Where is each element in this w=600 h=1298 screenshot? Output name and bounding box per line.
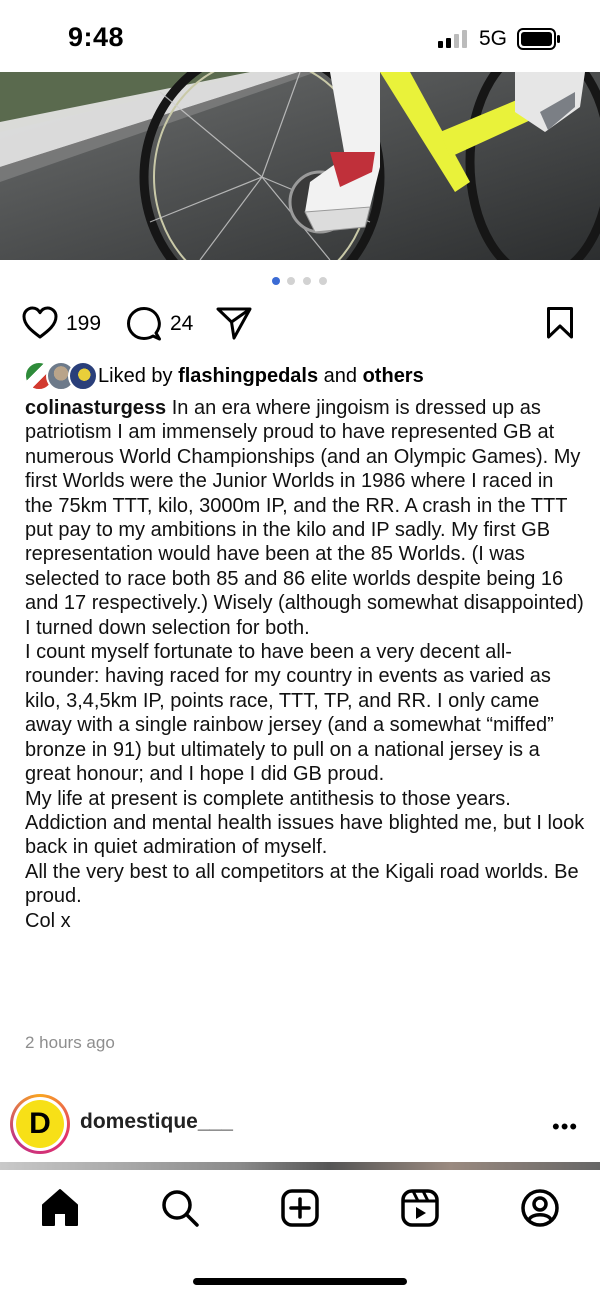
caption-paragraph: My life at present is complete antithesi… (25, 787, 585, 859)
heart-icon[interactable] (22, 306, 58, 340)
caption-paragraph: I count myself fortunate to have been a … (25, 641, 554, 786)
profile-icon[interactable] (518, 1186, 562, 1230)
liked-by-prefix: Liked by (98, 365, 173, 387)
status-bar: 9:48 5G (0, 0, 600, 72)
search-icon[interactable] (158, 1186, 202, 1230)
carousel-dot (319, 277, 327, 285)
post-caption: colinasturgess In an era where jingoism … (25, 396, 585, 933)
liked-by-user[interactable]: flashingpedals (178, 365, 318, 387)
reels-icon[interactable] (398, 1186, 442, 1230)
caption-paragraph: colinasturgess In an era where jingoism … (25, 396, 585, 640)
caption-paragraph: Col x (25, 909, 71, 932)
bookmark-icon[interactable] (546, 306, 574, 340)
liked-by-and: and (323, 365, 358, 387)
home-icon[interactable] (38, 1186, 82, 1230)
next-post-header: D domestique___ ••• (0, 1090, 600, 1154)
battery-icon (517, 28, 560, 50)
liked-by-avatars (24, 360, 98, 391)
comment-icon[interactable] (126, 306, 162, 342)
next-post-image[interactable] (0, 1162, 600, 1170)
signal-icon (438, 30, 467, 48)
comment-count: 24 (170, 312, 194, 335)
cyclist-photo (0, 72, 600, 260)
caption-text: In an era where jingoism is dressed up a… (25, 397, 584, 639)
share-icon[interactable] (216, 306, 252, 340)
carousel-dot (303, 277, 311, 285)
carousel-dot (272, 277, 280, 285)
liked-by-others[interactable]: others (363, 365, 424, 387)
more-options-icon[interactable]: ••• (552, 1114, 578, 1140)
home-indicator[interactable] (193, 1278, 407, 1285)
next-post-username[interactable]: domestique___ (80, 1110, 233, 1134)
post-image[interactable] (0, 72, 600, 260)
liked-by-row[interactable]: Liked by flashingpedals and others (24, 360, 584, 392)
story-avatar[interactable]: D (10, 1094, 70, 1154)
caption-author[interactable]: colinasturgess (25, 397, 166, 419)
avatar (68, 361, 98, 391)
caption-paragraph: All the very best to all competitors at … (25, 860, 579, 908)
create-post-icon[interactable] (278, 1186, 322, 1230)
liked-by-text: Liked by flashingpedals and others (98, 365, 424, 388)
post-timestamp: 2 hours ago (25, 1033, 115, 1052)
status-time: 9:48 (68, 22, 125, 52)
domestique-logo-icon: D (16, 1100, 64, 1148)
carousel-dot (287, 277, 295, 285)
post-action-bar: 199 24 (0, 300, 600, 348)
carousel-indicator (0, 277, 600, 287)
network-label: 5G (479, 27, 508, 50)
like-count: 199 (66, 312, 102, 335)
